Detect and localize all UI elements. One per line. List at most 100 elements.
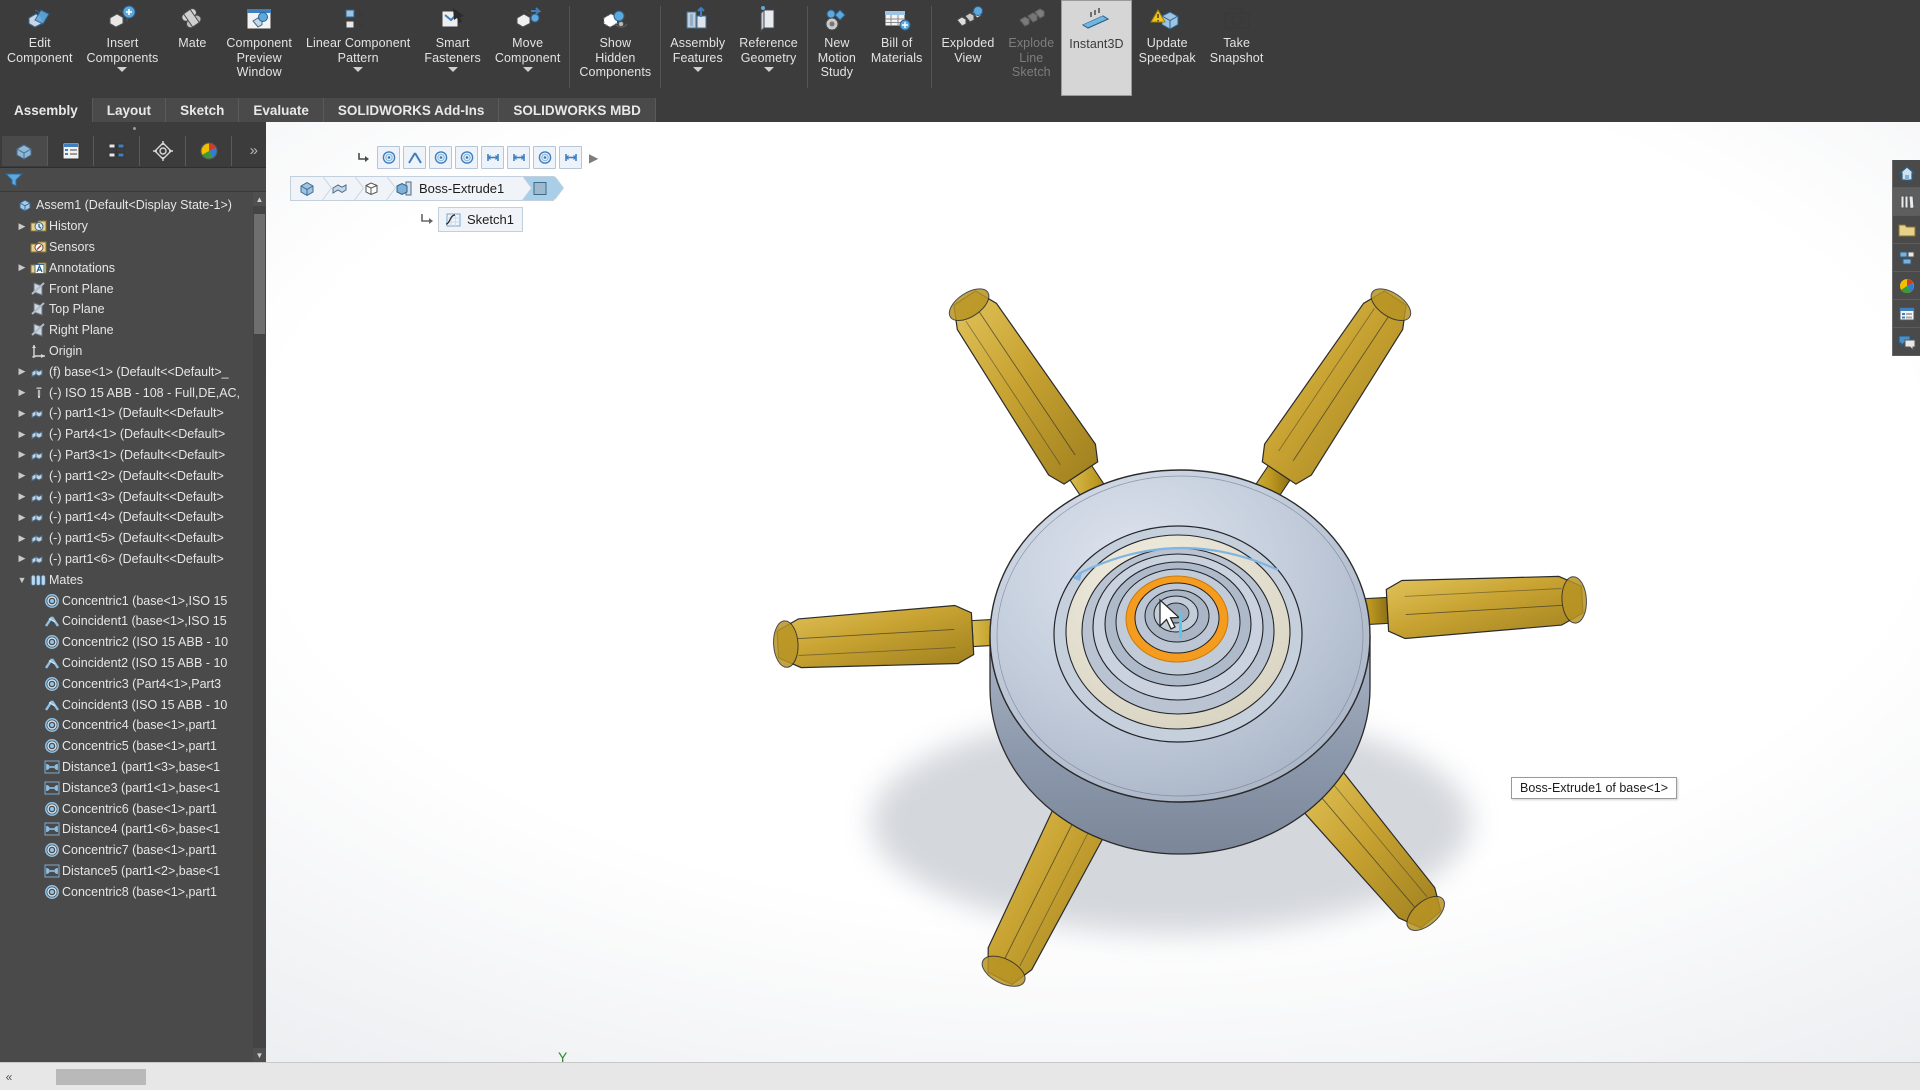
tree-item[interactable]: ▶ (-) ISO 15 ABB - 108 - Full,DE,AC, bbox=[0, 382, 266, 403]
scroll-up-arrow[interactable]: ▲ bbox=[253, 192, 266, 206]
brass-arm[interactable] bbox=[1342, 575, 1588, 640]
tree-item[interactable]: ▶ (-) part1<6> (Default<<Default> bbox=[0, 549, 266, 570]
ribbon-button-assembly-features[interactable]: Assembly Features bbox=[663, 0, 732, 96]
solidworks-forum-icon[interactable] bbox=[1893, 328, 1920, 356]
chevron-down-icon[interactable] bbox=[692, 67, 703, 72]
tree-item[interactable]: ▶ (-) part1<2> (Default<<Default> bbox=[0, 465, 266, 486]
tree-item[interactable]: ▶ (-) Part3<1> (Default<<Default> bbox=[0, 445, 266, 466]
tab-layout[interactable]: Layout bbox=[92, 98, 167, 122]
appearances-scenes-icon[interactable] bbox=[1893, 272, 1920, 300]
ribbon-button-bill-of-materials[interactable]: Bill of Materials bbox=[864, 0, 930, 96]
expand-panel-icon[interactable]: » bbox=[242, 142, 266, 159]
graphics-area[interactable]: ◁▷—❐✕ ▶ Boss-Extrude1 bbox=[266, 122, 1920, 1062]
tab-assembly[interactable]: Assembly bbox=[0, 98, 93, 122]
ribbon-button-component-preview-window[interactable]: Component Preview Window bbox=[219, 0, 299, 96]
ribbon-button-show-hidden-components[interactable]: Show Hidden Components bbox=[572, 0, 658, 96]
chevron-down-icon[interactable] bbox=[522, 67, 533, 72]
ribbon-button-linear-component-pattern[interactable]: Linear Component Pattern bbox=[299, 0, 417, 96]
chevron-down-icon[interactable] bbox=[447, 67, 458, 72]
tab-solidworks-mbd[interactable]: SOLIDWORKS MBD bbox=[499, 98, 656, 122]
ribbon-button-new-motion-study[interactable]: New Motion Study bbox=[810, 0, 864, 96]
dimxpert-manager-tab[interactable] bbox=[140, 135, 186, 166]
configuration-manager-tab[interactable] bbox=[94, 135, 140, 166]
tree-item[interactable]: ▶ (-) part1<1> (Default<<Default> bbox=[0, 403, 266, 424]
panel-drag-handle[interactable] bbox=[0, 122, 266, 134]
tree-item[interactable]: Concentric2 (ISO 15 ABB - 10 bbox=[0, 632, 266, 653]
tree-item[interactable]: ▶ (-) part1<3> (Default<<Default> bbox=[0, 486, 266, 507]
file-explorer-icon[interactable] bbox=[1893, 216, 1920, 244]
tree-item[interactable]: Concentric4 (base<1>,part1 bbox=[0, 715, 266, 736]
tree-item[interactable]: Coincident1 (base<1>,ISO 15 bbox=[0, 611, 266, 632]
tab-sketch[interactable]: Sketch bbox=[166, 98, 240, 122]
tree-item[interactable]: Distance1 (part1<3>,base<1 bbox=[0, 757, 266, 778]
tree-item[interactable]: Concentric8 (base<1>,part1 bbox=[0, 881, 266, 902]
tree-item[interactable]: ▶ (-) Part4<1> (Default<<Default> bbox=[0, 424, 266, 445]
chevron-right-icon[interactable]: ▶ bbox=[15, 512, 29, 523]
instant3d-handle[interactable] bbox=[1179, 612, 1182, 638]
solidworks-resources-icon[interactable] bbox=[1893, 160, 1920, 188]
display-manager-tab[interactable] bbox=[186, 135, 232, 166]
chevron-down-icon[interactable] bbox=[763, 67, 774, 72]
tree-item[interactable]: Concentric1 (base<1>,ISO 15 bbox=[0, 590, 266, 611]
chevron-right-icon[interactable]: ▶ bbox=[15, 470, 29, 481]
ribbon-button-move-component[interactable]: Move Component bbox=[488, 0, 568, 96]
tree-item[interactable]: Assem1 (Default<Display State-1>) bbox=[0, 195, 266, 216]
chevron-right-icon[interactable]: ▶ bbox=[15, 449, 29, 460]
chevron-right-icon[interactable]: ▶ bbox=[15, 387, 29, 398]
tree-item[interactable]: Concentric7 (base<1>,part1 bbox=[0, 840, 266, 861]
ribbon-button-mate[interactable]: Mate bbox=[165, 0, 219, 96]
ribbon-button-reference-geometry[interactable]: Reference Geometry bbox=[732, 0, 805, 96]
tree-item[interactable]: Right Plane bbox=[0, 320, 266, 341]
tree-item[interactable]: Coincident2 (ISO 15 ABB - 10 bbox=[0, 653, 266, 674]
feature-tree[interactable]: Assem1 (Default<Display State-1>) ▶ Histor… bbox=[0, 192, 266, 1062]
task-pane[interactable] bbox=[1892, 160, 1920, 356]
chevron-down-icon[interactable] bbox=[117, 67, 128, 72]
view-palette-icon[interactable] bbox=[1893, 244, 1920, 272]
tree-item[interactable]: Sensors bbox=[0, 237, 266, 258]
chevron-right-icon[interactable]: ▶ bbox=[15, 491, 29, 502]
custom-properties-icon[interactable] bbox=[1893, 300, 1920, 328]
tree-item[interactable]: ▼ Mates bbox=[0, 569, 266, 590]
tree-item[interactable]: Front Plane bbox=[0, 278, 266, 299]
brass-arm[interactable] bbox=[1243, 282, 1416, 518]
tree-item[interactable]: ▶ (f) base<1> (Default<<Default>_ bbox=[0, 361, 266, 382]
scroll-thumb[interactable] bbox=[254, 214, 265, 334]
ribbon-button-exploded-view[interactable]: Exploded View bbox=[934, 0, 1001, 96]
tree-scrollbar[interactable]: ▲ ▼ bbox=[253, 192, 266, 1062]
tab-solidworks-add-ins[interactable]: SOLIDWORKS Add-Ins bbox=[323, 98, 500, 122]
chevron-right-icon[interactable]: ▶ bbox=[15, 221, 29, 232]
tree-item[interactable]: ▶ Annotations bbox=[0, 257, 266, 278]
chevron-right-icon[interactable]: ▶ bbox=[15, 366, 29, 377]
tab-evaluate[interactable]: Evaluate bbox=[239, 98, 324, 122]
tree-item[interactable]: Concentric5 (base<1>,part1 bbox=[0, 736, 266, 757]
tree-item[interactable]: Coincident3 (ISO 15 ABB - 10 bbox=[0, 694, 266, 715]
tree-item[interactable]: Concentric3 (Part4<1>,Part3 bbox=[0, 673, 266, 694]
design-library-icon[interactable] bbox=[1893, 188, 1920, 216]
chevron-right-icon[interactable]: ▶ bbox=[15, 553, 29, 564]
ribbon-button-take-snapshot[interactable]: Take Snapshot bbox=[1203, 0, 1271, 96]
tree-item[interactable]: Distance4 (part1<6>,base<1 bbox=[0, 819, 266, 840]
scroll-down-arrow[interactable]: ▼ bbox=[253, 1048, 266, 1062]
brass-arm[interactable] bbox=[772, 604, 1018, 669]
feature-manager-tab[interactable] bbox=[2, 135, 48, 166]
brass-arm[interactable] bbox=[944, 282, 1117, 518]
ribbon-button-smart-fasteners[interactable]: Smart Fasteners bbox=[417, 0, 487, 96]
ribbon-button-edit-component[interactable]: Edit Component bbox=[0, 0, 80, 96]
tree-item[interactable]: ▶ (-) part1<4> (Default<<Default> bbox=[0, 507, 266, 528]
chevron-right-icon[interactable]: ▶ bbox=[15, 533, 29, 544]
chevron-right-icon[interactable]: ▶ bbox=[15, 262, 29, 273]
3d-model-viewport[interactable]: X Y Z bbox=[266, 122, 1920, 1062]
tree-item[interactable]: Distance5 (part1<2>,base<1 bbox=[0, 861, 266, 882]
tree-item[interactable]: Origin bbox=[0, 341, 266, 362]
chevron-right-icon[interactable]: ▶ bbox=[15, 408, 29, 419]
tree-item[interactable]: Distance3 (part1<1>,base<1 bbox=[0, 777, 266, 798]
tree-collapse-arrow[interactable]: « bbox=[0, 1070, 18, 1084]
tree-item[interactable]: Concentric6 (base<1>,part1 bbox=[0, 798, 266, 819]
property-manager-tab[interactable] bbox=[48, 135, 94, 166]
tree-item[interactable]: ▶ History bbox=[0, 216, 266, 237]
chevron-right-icon[interactable]: ▶ bbox=[15, 429, 29, 440]
ribbon-button-update-speedpak[interactable]: Update Speedpak bbox=[1132, 0, 1203, 96]
tree-item[interactable]: ▶ (-) part1<5> (Default<<Default> bbox=[0, 528, 266, 549]
tree-filter-bar[interactable] bbox=[0, 168, 266, 192]
ribbon-button-instant3d[interactable]: Instant3D bbox=[1061, 0, 1132, 96]
